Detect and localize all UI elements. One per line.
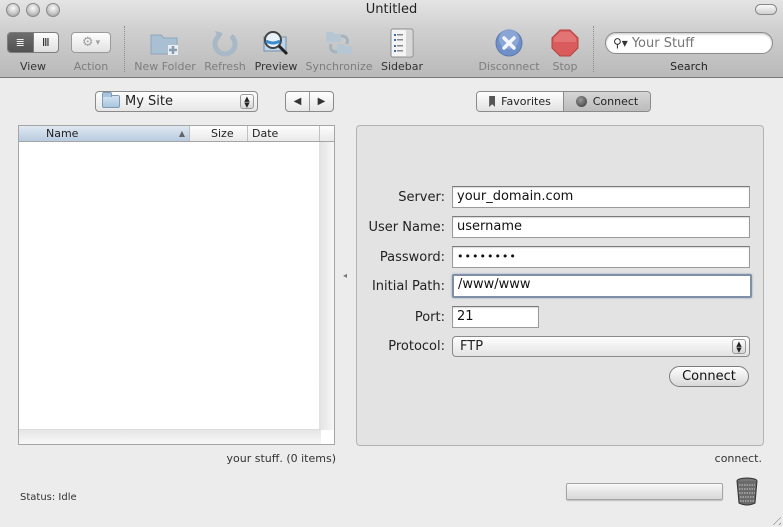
column-header-filler [320,126,334,141]
stop-icon [551,29,579,57]
port-field[interactable]: 21 [452,306,539,328]
file-list[interactable]: Name ▲ Size Date [18,125,335,445]
view-mode-control: ≣ Ⅲ [7,32,59,53]
list-view-button[interactable]: ≣ [8,33,33,52]
port-row: Port: 21 [357,306,539,328]
password-row: Password: •••••••• [357,246,750,268]
file-list-header: Name ▲ Size Date [19,126,334,142]
sidebar-label: Sidebar [380,60,424,73]
magnifier-preview-icon [263,31,289,56]
search-label: Search [670,60,708,73]
sidebar-icon [390,28,414,58]
refresh-label: Refresh [204,60,246,73]
refresh-icon [212,31,238,57]
server-label: Server: [398,189,445,205]
gear-icon: ⚙ [81,35,94,50]
folder-icon [102,92,120,108]
protocol-row: Protocol: FTP ▲ ▼ [357,335,750,357]
split-view-handle[interactable]: ◂ [343,271,347,280]
panel-tabs: Favorites Connect [476,91,651,112]
port-label: Port: [414,309,445,325]
site-select-value: My Site [125,94,174,109]
initial-path-field[interactable]: /www/www [452,274,752,298]
search-input[interactable] [631,35,762,51]
chevron-down-icon: ▾ [95,37,101,48]
connection-status: connect. [714,452,762,465]
username-label: User Name: [368,219,446,235]
tab-favorites[interactable]: Favorites [477,92,563,111]
column-view-button[interactable]: Ⅲ [32,33,59,52]
initial-path-label: Initial Path: [371,278,445,294]
window-title: Untitled [365,2,418,17]
initial-path-row: Initial Path: /www/www [357,274,752,298]
globe-icon [575,96,587,107]
username-field[interactable]: username [452,216,750,238]
protocol-select[interactable]: FTP ▲ ▼ [452,335,750,357]
column-header-size[interactable]: Size [190,126,248,141]
list-view-icon: ≣ [15,36,25,49]
trash-icon[interactable] [736,477,758,506]
stop-label: Stop [552,60,578,73]
connect-button[interactable]: Connect [669,366,749,387]
tab-connect[interactable]: Connect [563,92,650,111]
items-count-status: your stuff. (0 items) [226,452,336,465]
server-row: Server: your_domain.com [357,186,750,208]
toolbar-separator [124,26,125,72]
disconnect-label: Disconnect [478,60,540,73]
action-menu-button[interactable]: ⚙ ▾ [71,32,111,53]
connect-panel: Server: your_domain.com User Name: usern… [356,125,764,446]
synchronize-label: Synchronize [305,60,373,73]
new-folder-label: New Folder [134,60,196,73]
transfer-progress-bar [566,483,723,500]
toolbar-toggle-button[interactable] [755,4,777,15]
select-stepper-icon: ▲ ▼ [732,338,746,354]
site-select[interactable]: My Site ▲ ▼ [95,91,258,112]
history-navigation: ◀ ▶ [285,91,334,112]
toolbar-separator [593,26,594,72]
window-resize-handle[interactable] [769,513,781,525]
action-label: Action [73,60,109,73]
back-arrow-icon: ◀ [293,96,302,107]
column-view-icon: Ⅲ [41,36,50,49]
back-button[interactable]: ◀ [286,92,309,111]
username-row: User Name: username [357,216,750,238]
status-text: Status: Idle [20,492,77,503]
vertical-scrollbar[interactable] [319,142,334,430]
bookmark-icon [489,96,496,107]
column-header-date[interactable]: Date [248,126,320,141]
disconnect-icon [495,29,523,57]
window-toolbar: Untitled ≣ Ⅲ View ⚙ ▾ Action New Folder … [0,0,783,78]
preview-label: Preview [254,60,298,73]
search-field[interactable]: ⚲▾ [605,32,773,54]
forward-arrow-icon: ▶ [317,96,326,107]
column-header-name[interactable]: Name ▲ [19,126,190,141]
password-field[interactable]: •••••••• [452,246,750,268]
password-label: Password: [379,249,445,265]
forward-button[interactable]: ▶ [309,92,333,111]
server-field[interactable]: your_domain.com [452,186,750,208]
search-icon: ⚲▾ [613,36,628,50]
synchronize-icon [326,32,352,54]
new-folder-icon [150,34,178,55]
view-label: View [19,60,47,73]
select-stepper-icon: ▲ ▼ [240,94,254,109]
sort-ascending-icon: ▲ [178,129,185,138]
protocol-label: Protocol: [388,338,445,354]
horizontal-scrollbar[interactable] [19,429,321,444]
